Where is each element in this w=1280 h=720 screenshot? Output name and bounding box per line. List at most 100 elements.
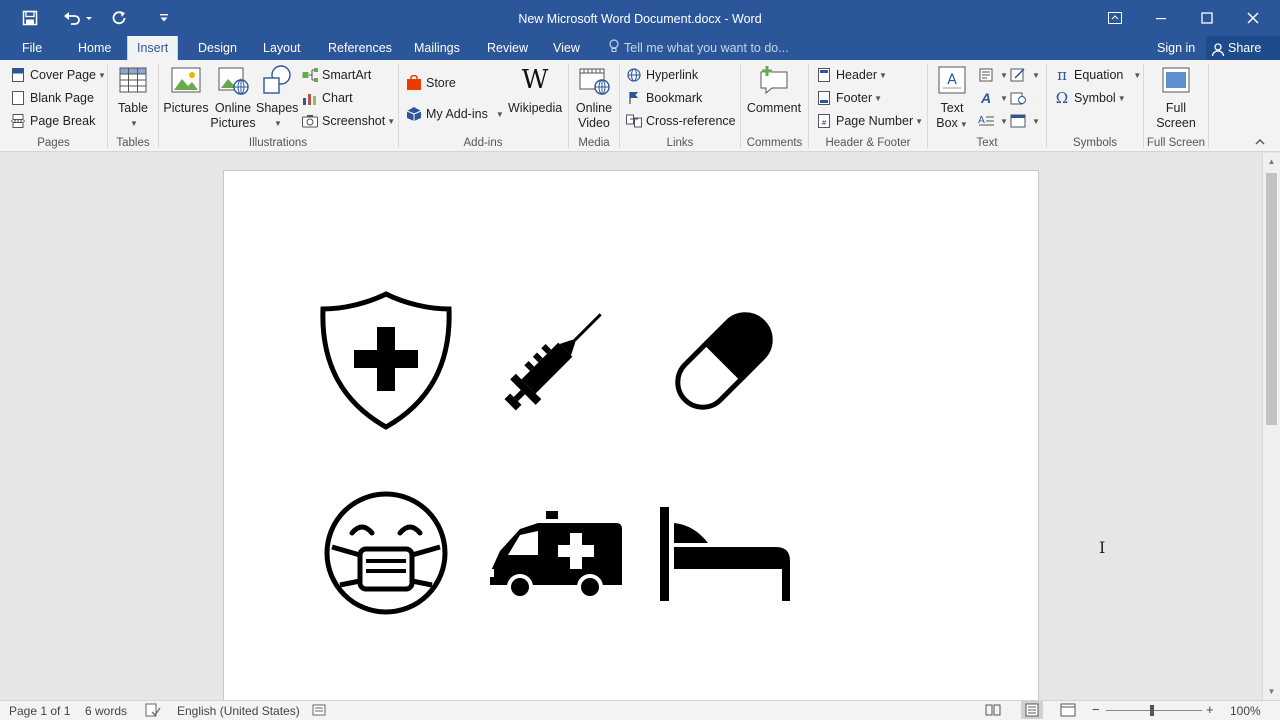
tab-layout[interactable]: Layout xyxy=(254,36,310,60)
ambulance-icon[interactable] xyxy=(486,511,626,611)
dropdown-arrow-icon: ▼ xyxy=(274,119,282,128)
print-layout-icon[interactable] xyxy=(1021,701,1043,719)
close-icon[interactable] xyxy=(1230,4,1276,32)
scroll-up-icon[interactable]: ▲ xyxy=(1263,153,1280,170)
pill-icon[interactable] xyxy=(664,301,784,421)
online-video-button[interactable]: Online Video xyxy=(572,64,616,131)
pictures-button[interactable]: Pictures xyxy=(162,64,210,116)
equation-label: Equation xyxy=(1074,68,1124,82)
comment-button[interactable]: Comment xyxy=(744,64,804,116)
header-label: Header xyxy=(836,68,877,82)
object-button[interactable]: ▼ xyxy=(1010,111,1040,131)
symbol-button[interactable]: Ω Symbol ▼ xyxy=(1054,88,1126,108)
scroll-down-icon[interactable]: ▼ xyxy=(1263,683,1280,700)
shield-plus-icon[interactable] xyxy=(316,291,456,431)
chart-button[interactable]: Chart xyxy=(302,88,353,108)
full-screen-label: Full xyxy=(1165,101,1187,115)
vertical-scrollbar[interactable]: ▲ ▼ xyxy=(1262,153,1280,700)
tab-insert[interactable]: Insert xyxy=(127,36,179,61)
tab-mailings[interactable]: Mailings xyxy=(405,36,469,60)
dropdown-arrow-icon: ▼ xyxy=(1000,93,1008,103)
tell-me-search[interactable]: Tell me what you want to do... xyxy=(608,36,789,60)
pictures-label: Pictures xyxy=(163,101,209,115)
hyperlink-button[interactable]: Hyperlink xyxy=(626,65,698,85)
ribbon-display-options-icon[interactable] xyxy=(1092,4,1138,32)
maximize-icon[interactable] xyxy=(1184,4,1230,32)
document-area[interactable]: I xyxy=(0,153,1262,700)
group-label-comments: Comments xyxy=(746,137,803,149)
read-mode-icon[interactable] xyxy=(985,703,1001,720)
collapse-ribbon-icon[interactable] xyxy=(1255,138,1265,149)
language[interactable]: English (United States) xyxy=(177,704,300,718)
blank-page-icon xyxy=(10,90,26,106)
shapes-button[interactable]: Shapes ▼ xyxy=(256,64,298,131)
page-break-button[interactable]: Page Break xyxy=(10,111,95,131)
full-screen-label-2: Screen xyxy=(1156,116,1196,130)
wikipedia-label: Wikipedia xyxy=(508,101,563,115)
face-mask-icon[interactable] xyxy=(322,489,450,617)
online-pictures-button[interactable]: Online Pictures xyxy=(210,64,256,131)
date-time-button[interactable] xyxy=(1010,88,1030,108)
document-page[interactable]: I xyxy=(223,170,1105,700)
header-button[interactable]: Header ▼ xyxy=(816,65,887,85)
blank-page-button[interactable]: Blank Page xyxy=(10,88,94,108)
scroll-thumb[interactable] xyxy=(1266,173,1277,425)
text-cursor-icon: I xyxy=(1099,538,1106,557)
macro-icon[interactable] xyxy=(312,703,328,720)
screenshot-button[interactable]: Screenshot ▼ xyxy=(302,111,395,131)
group-label-illustrations: Illustrations xyxy=(248,137,308,149)
signature-line-icon xyxy=(1010,67,1026,83)
zoom-slider-thumb[interactable] xyxy=(1150,705,1154,716)
separator xyxy=(619,64,620,148)
comment-icon xyxy=(758,64,790,96)
group-label-addins: Add-ins xyxy=(463,137,503,149)
online-pictures-label: Online xyxy=(214,101,252,115)
syringe-icon[interactable] xyxy=(494,301,614,421)
zoom-slider-track[interactable] xyxy=(1106,710,1202,711)
dropdown-arrow-icon: ▼ xyxy=(1000,116,1008,126)
separator xyxy=(568,64,569,148)
cross-reference-button[interactable]: Cross-reference xyxy=(626,111,736,131)
web-layout-icon[interactable] xyxy=(1060,703,1076,720)
dropdown-arrow-icon: ▼ xyxy=(1117,93,1126,103)
smartart-button[interactable]: SmartArt xyxy=(302,65,371,85)
proofing-icon[interactable] xyxy=(145,703,161,720)
tab-home[interactable]: Home xyxy=(69,36,120,60)
group-label-text: Text xyxy=(976,137,998,149)
tab-file[interactable]: File xyxy=(13,36,51,60)
minimize-icon[interactable] xyxy=(1138,4,1184,32)
word-count[interactable]: 6 words xyxy=(85,704,127,718)
share-button[interactable]: Share xyxy=(1206,36,1280,60)
zoom-in-button[interactable]: + xyxy=(1206,702,1214,717)
equation-button[interactable]: π Equation ▼ xyxy=(1054,65,1141,85)
signature-line-button[interactable]: ▼ xyxy=(1010,65,1040,85)
tab-review[interactable]: Review xyxy=(478,36,537,60)
full-screen-button[interactable]: Full Screen xyxy=(1150,64,1202,131)
symbol-label: Symbol xyxy=(1074,91,1116,105)
separator xyxy=(740,64,741,148)
footer-button[interactable]: Footer ▼ xyxy=(816,88,882,108)
zoom-level[interactable]: 100% xyxy=(1230,704,1261,718)
cover-page-button[interactable]: Cover Page ▼ xyxy=(10,65,106,85)
table-button[interactable]: Table ▼ xyxy=(112,64,154,131)
quick-parts-button[interactable]: ▼ xyxy=(978,65,1008,85)
store-button[interactable]: Store xyxy=(406,73,456,93)
tab-view[interactable]: View xyxy=(544,36,589,60)
wikipedia-button[interactable]: W Wikipedia xyxy=(508,64,562,116)
my-addins-icon xyxy=(406,106,422,122)
online-pictures-icon xyxy=(217,64,249,96)
page-count[interactable]: Page 1 of 1 xyxy=(9,704,70,718)
dropdown-arrow-icon: ▼ xyxy=(98,70,106,80)
hospital-bed-icon[interactable] xyxy=(656,503,796,603)
wordart-button[interactable]: A ▼ xyxy=(978,88,1008,108)
text-box-button[interactable]: A Text Box ▼ xyxy=(932,64,972,132)
separator xyxy=(1143,64,1144,148)
zoom-out-button[interactable]: − xyxy=(1092,702,1100,717)
drop-cap-button[interactable]: A ▼ xyxy=(978,111,1008,131)
tab-references[interactable]: References xyxy=(319,36,401,60)
sign-in-link[interactable]: Sign in xyxy=(1157,36,1195,60)
my-addins-button[interactable]: My Add-ins ▼ xyxy=(406,104,504,124)
tab-design[interactable]: Design xyxy=(189,36,246,60)
page-number-button[interactable]: # Page Number ▼ xyxy=(816,111,923,131)
bookmark-button[interactable]: Bookmark xyxy=(626,88,702,108)
